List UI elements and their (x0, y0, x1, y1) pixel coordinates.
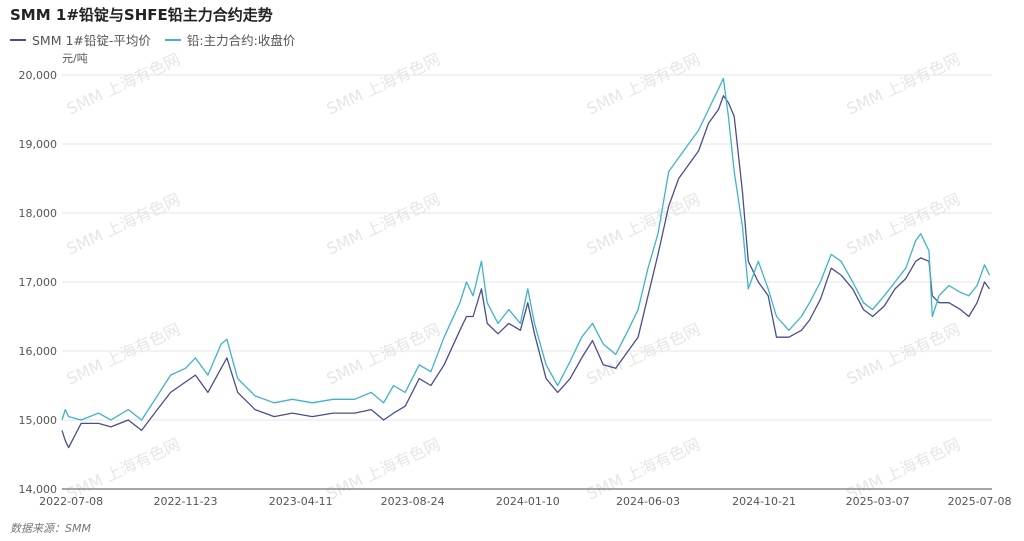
watermark: SMM 上海有色网 (844, 434, 963, 503)
x-tick-label: 2024-01-10 (496, 495, 560, 508)
watermark: SMM 上海有色网 (64, 319, 183, 388)
watermark: SMM 上海有色网 (844, 189, 963, 258)
watermark: SMM 上海有色网 (324, 49, 443, 118)
y-tick-label: 16,000 (19, 345, 58, 358)
watermark: SMM 上海有色网 (64, 189, 183, 258)
x-tick-label: 2025-03-07 (846, 495, 910, 508)
x-tick-label: 2024-10-21 (732, 495, 796, 508)
x-tick-label: 2025-07-08 (948, 495, 1012, 508)
y-tick-label: 15,000 (19, 414, 58, 427)
x-tick-label: 2024-06-03 (616, 495, 680, 508)
line-chart: SMM 上海有色网 SMM 上海有色网 SMM 上海有色网 SMM 上海有色网 SMM … (19, 49, 1012, 508)
watermark: SMM 上海有色网 (64, 49, 183, 118)
watermark: SMM 上海有色网 (584, 49, 703, 118)
watermark: SMM 上海有色网 (324, 319, 443, 388)
watermark: SMM 上海有色网 (844, 49, 963, 118)
watermark: SMM 上海有色网 (584, 189, 703, 258)
x-tick-label: 2022-07-08 (39, 495, 103, 508)
x-tick-label: 2022-11-23 (154, 495, 218, 508)
watermark: SMM 上海有色网 (584, 319, 703, 388)
y-tick-label: 20,000 (19, 69, 58, 82)
x-tick-label: 2023-08-24 (381, 495, 445, 508)
x-tick-label: 2023-04-11 (269, 495, 333, 508)
watermark: SMM 上海有色网 (584, 434, 703, 503)
watermark: SMM 上海有色网 (324, 434, 443, 503)
series-line-smm (61, 95, 991, 449)
watermark: SMM 上海有色网 (64, 434, 183, 503)
y-tick-label: 19,000 (19, 138, 58, 151)
watermark: SMM 上海有色网 (324, 189, 443, 258)
y-tick-label: 18,000 (19, 207, 58, 220)
watermark: SMM 上海有色网 (844, 319, 963, 388)
y-tick-label: 17,000 (19, 276, 58, 289)
